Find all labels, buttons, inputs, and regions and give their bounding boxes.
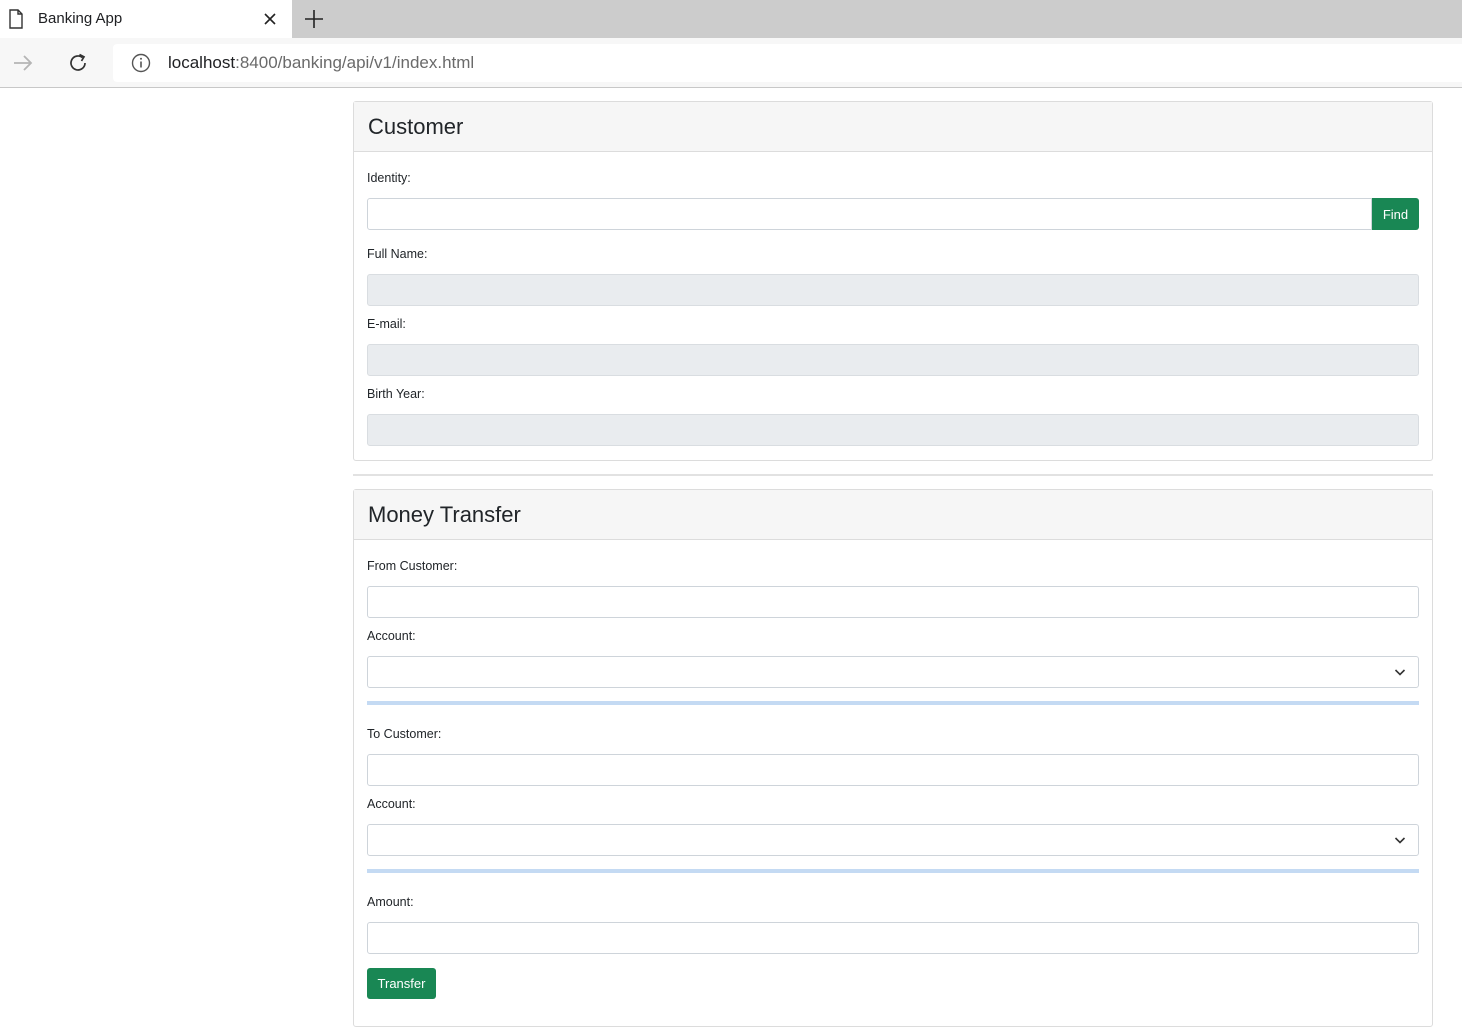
page-content: Customer Identity: Find Full Name: E-mai…	[353, 101, 1433, 1027]
chevron-down-icon	[1394, 669, 1406, 676]
customer-card: Customer Identity: Find Full Name: E-mai…	[353, 101, 1433, 461]
info-icon[interactable]	[130, 52, 152, 74]
find-button[interactable]: Find	[1372, 198, 1419, 230]
amount-input[interactable]	[367, 922, 1419, 954]
birthyear-label: Birth Year:	[367, 387, 425, 401]
email-field	[367, 344, 1419, 376]
address-bar[interactable]: localhost:8400/banking/api/v1/index.html	[113, 44, 1462, 82]
customer-title: Customer	[368, 113, 464, 139]
to-customer-label: To Customer:	[367, 727, 442, 741]
transfer-card-header: Money Transfer	[354, 490, 1432, 540]
customer-card-body: Identity: Find Full Name: E-mail: Birth …	[354, 152, 1432, 460]
identity-label: Identity:	[367, 171, 411, 185]
fullname-field	[367, 274, 1419, 306]
transfer-button[interactable]: Transfer	[367, 968, 436, 999]
to-account-select[interactable]	[367, 824, 1419, 856]
transfer-card: Money Transfer From Customer: Account: T…	[353, 489, 1433, 1027]
from-account-label: Account:	[367, 629, 416, 643]
browser-tab[interactable]: Banking App	[0, 0, 292, 38]
identity-group: Find	[367, 198, 1419, 230]
from-section-accent	[367, 701, 1419, 705]
to-customer-input[interactable]	[367, 754, 1419, 786]
customer-card-header: Customer	[354, 102, 1432, 152]
to-section-accent	[367, 869, 1419, 873]
transfer-title: Money Transfer	[368, 501, 521, 527]
url-path: :8400/banking/api/v1/index.html	[235, 53, 475, 72]
url-text[interactable]: localhost:8400/banking/api/v1/index.html	[168, 53, 474, 73]
from-customer-input[interactable]	[367, 586, 1419, 618]
close-icon[interactable]	[262, 11, 278, 27]
transfer-card-body: From Customer: Account: To Customer: Acc…	[354, 540, 1432, 1026]
amount-label: Amount:	[367, 895, 414, 909]
arrow-right-icon[interactable]	[11, 51, 35, 75]
section-divider	[353, 474, 1433, 476]
from-customer-label: From Customer:	[367, 559, 458, 573]
to-account-label: Account:	[367, 797, 416, 811]
fullname-label: Full Name:	[367, 247, 428, 261]
from-account-select[interactable]	[367, 656, 1419, 688]
tab-title: Banking App	[38, 10, 123, 27]
browser-toolbar: localhost:8400/banking/api/v1/index.html	[0, 38, 1462, 88]
chevron-down-icon	[1394, 837, 1406, 844]
email-label: E-mail:	[367, 317, 406, 331]
identity-input[interactable]	[367, 198, 1372, 230]
page-icon	[9, 9, 23, 29]
url-host: localhost	[168, 53, 236, 72]
plus-icon[interactable]	[302, 7, 326, 31]
browser-tab-bar: Banking App	[0, 0, 1462, 38]
birthyear-field	[367, 414, 1419, 446]
reload-icon[interactable]	[66, 51, 90, 75]
